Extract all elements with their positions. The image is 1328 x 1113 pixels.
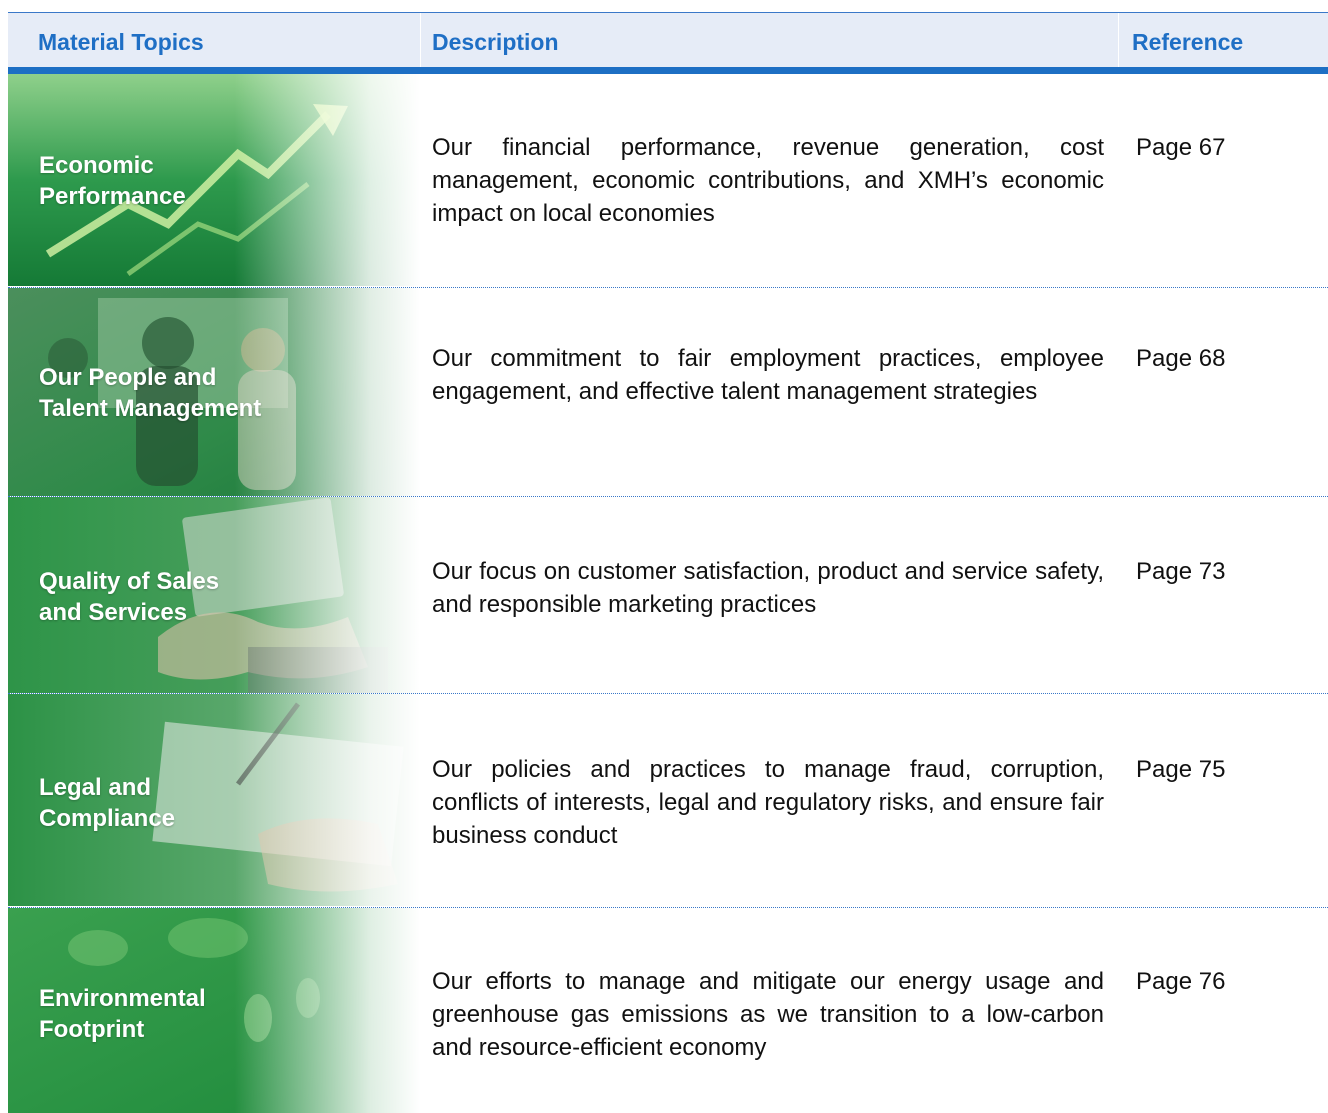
header-divider	[420, 13, 421, 68]
reference-legal-compliance: Page 75	[1136, 756, 1226, 783]
header-rule	[8, 67, 1328, 74]
reference-quality-of-sales: Page 73	[1136, 558, 1226, 585]
description-quality-of-sales: Our focus on customer satisfaction, prod…	[432, 558, 1104, 618]
topic-legal-compliance: Legal and Compliance	[39, 774, 176, 832]
header-reference: Reference	[1132, 29, 1244, 55]
reference-our-people: Page 68	[1136, 345, 1226, 372]
table-header	[8, 12, 1328, 69]
topic-economic-performance: Economic Performance	[39, 152, 186, 210]
header-divider	[1118, 13, 1119, 68]
topic-quality-of-sales: Quality of Sales and Services	[39, 568, 220, 626]
topic-environmental-footprint: Environmental Footprint	[39, 985, 206, 1043]
reference-environmental-footprint: Page 76	[1136, 968, 1226, 995]
header-description: Description	[432, 29, 559, 55]
description-economic-performance: Our financial performance, revenue gener…	[432, 134, 1104, 227]
topic-our-people: Our People and Talent Management	[39, 364, 262, 422]
material-topics-table: Material Topics Description Reference Ec…	[0, 0, 1328, 1113]
reference-economic-performance: Page 67	[1136, 134, 1226, 161]
header-material-topics: Material Topics	[38, 29, 204, 55]
description-our-people: Our commitment to fair employment practi…	[432, 345, 1104, 405]
description-legal-compliance: Our policies and practices to manage fra…	[432, 756, 1104, 849]
description-environmental-footprint: Our efforts to manage and mitigate our e…	[432, 968, 1104, 1061]
